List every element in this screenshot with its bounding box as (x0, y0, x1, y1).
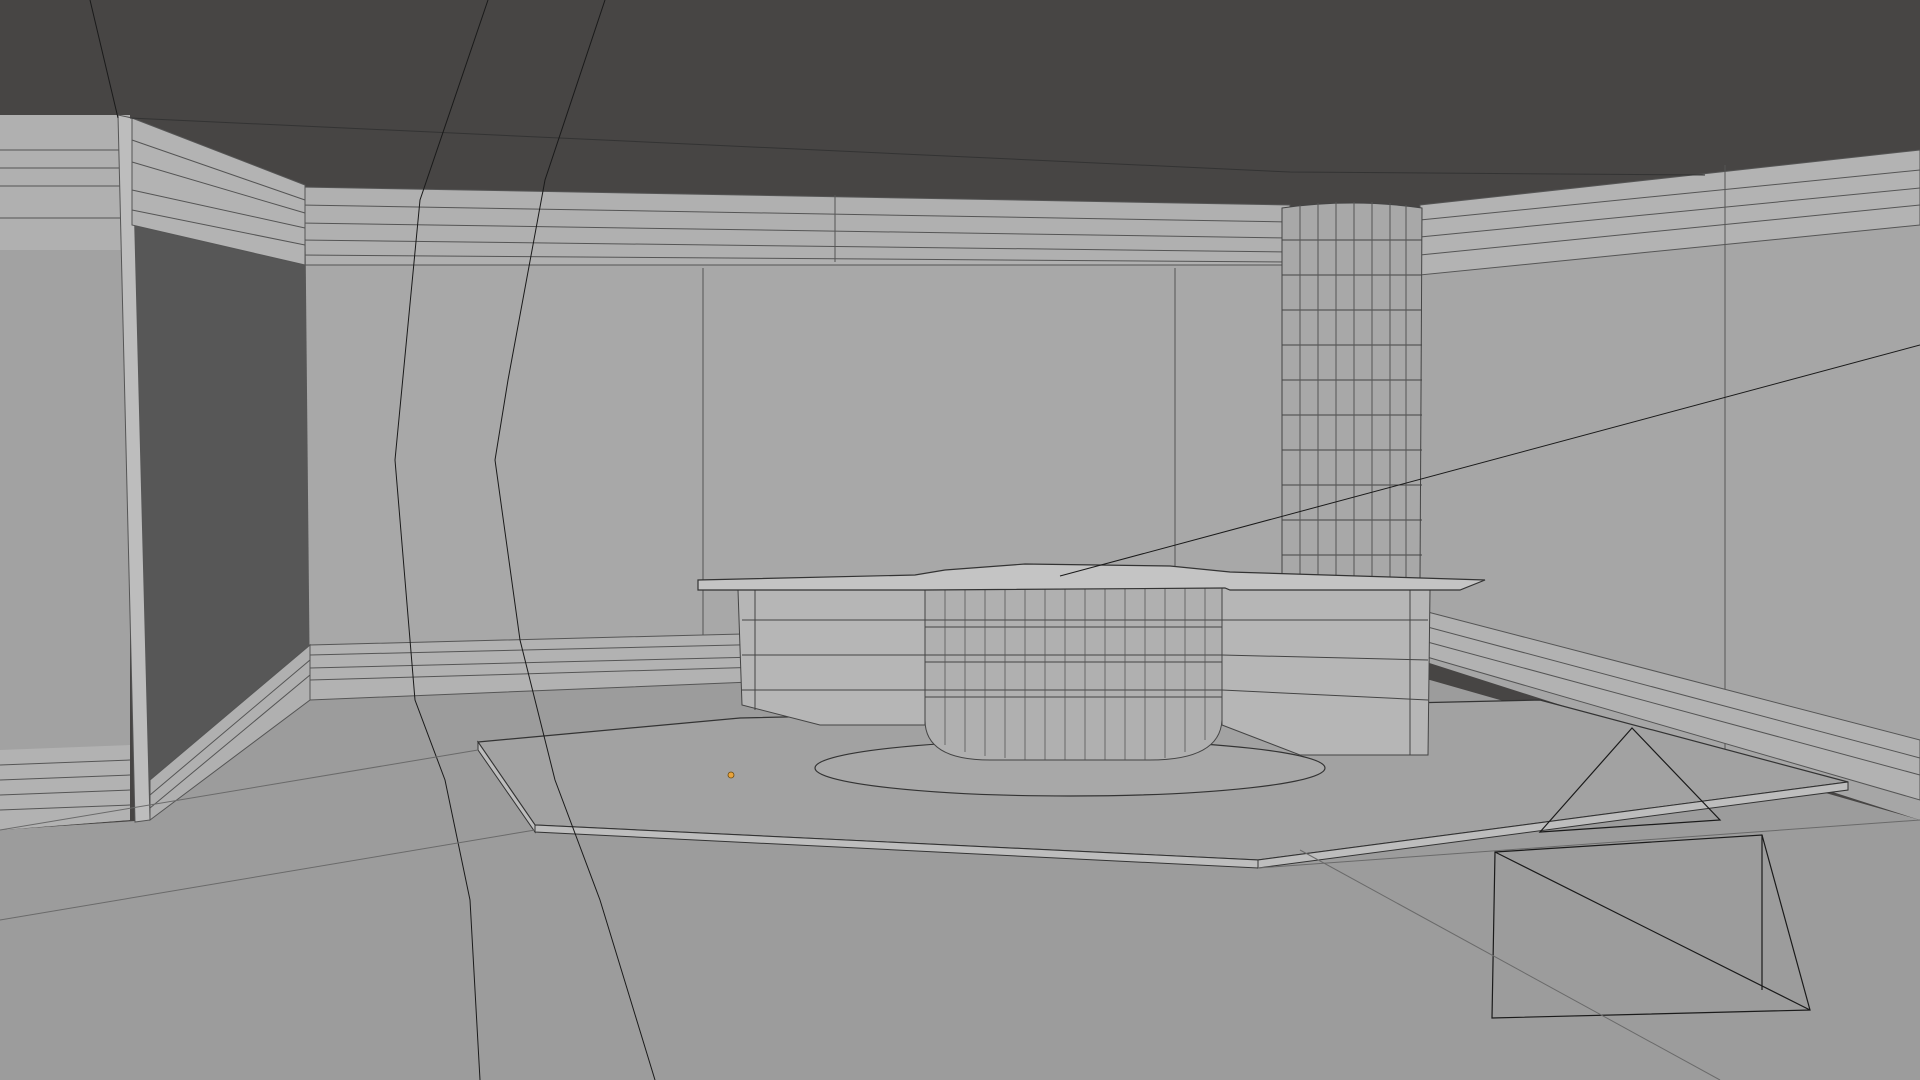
left-wall[interactable] (0, 114, 151, 830)
3d-viewport[interactable] (0, 0, 1920, 1080)
origin-point[interactable] (727, 771, 735, 779)
left-doorway[interactable] (131, 117, 311, 821)
viewport-canvas[interactable] (0, 0, 1920, 1080)
cylindrical-pillar[interactable] (1281, 202, 1423, 586)
